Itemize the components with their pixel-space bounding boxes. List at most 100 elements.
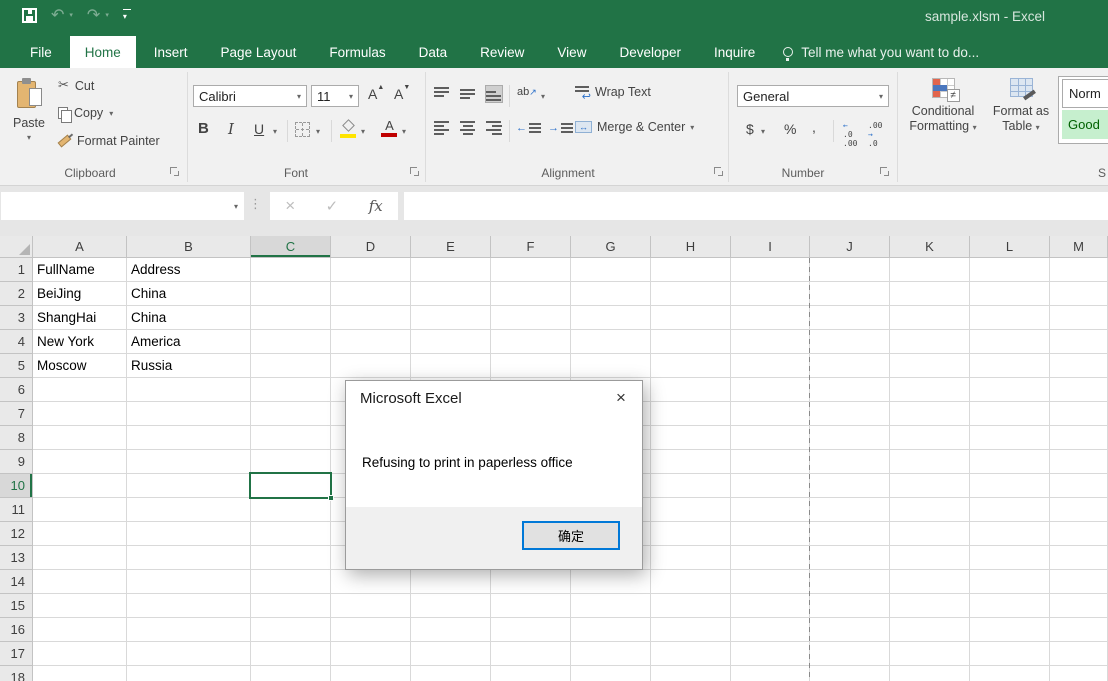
merge-center-button[interactable]: ↔ Merge & Center ▾ [575,120,694,134]
cell-H4[interactable] [651,330,731,354]
cell-E3[interactable] [411,306,491,330]
cell-A7[interactable] [33,402,127,426]
cell-L16[interactable] [970,618,1050,642]
cell-F3[interactable] [491,306,571,330]
cell-H15[interactable] [651,594,731,618]
cell-B14[interactable] [127,570,251,594]
cell-J5[interactable] [810,354,890,378]
increase-indent-icon[interactable]: → [548,122,573,134]
cell-I12[interactable] [731,522,810,546]
style-normal[interactable]: Norm [1062,79,1108,108]
cell-L13[interactable] [970,546,1050,570]
cell-B3[interactable]: China [127,306,251,330]
cell-L2[interactable] [970,282,1050,306]
row-header-5[interactable]: 5 [0,354,33,378]
cell-J9[interactable] [810,450,890,474]
cell-L11[interactable] [970,498,1050,522]
cell-L15[interactable] [970,594,1050,618]
cell-L8[interactable] [970,426,1050,450]
cell-B1[interactable]: Address [127,258,251,282]
format-painter-button[interactable]: Format Painter [58,134,160,148]
column-header-F[interactable]: F [491,236,571,258]
cell-H10[interactable] [651,474,731,498]
column-header-G[interactable]: G [571,236,651,258]
wrap-text-button[interactable]: ↩ Wrap Text [575,85,651,99]
cell-M5[interactable] [1050,354,1108,378]
cell-E18[interactable] [411,666,491,681]
row-header-10[interactable]: 10 [0,474,33,498]
column-header-L[interactable]: L [970,236,1050,258]
cell-L10[interactable] [970,474,1050,498]
cell-H6[interactable] [651,378,731,402]
shrink-font-button[interactable]: A▼ [394,86,410,102]
cell-A18[interactable] [33,666,127,681]
alignment-dialog-launcher-icon[interactable] [714,167,724,177]
row-header-3[interactable]: 3 [0,306,33,330]
cell-C1[interactable] [251,258,331,282]
cell-H14[interactable] [651,570,731,594]
grow-font-button[interactable]: A▲ [368,86,384,102]
cell-B4[interactable]: America [127,330,251,354]
cell-B18[interactable] [127,666,251,681]
column-header-H[interactable]: H [651,236,731,258]
cell-J11[interactable] [810,498,890,522]
save-icon[interactable] [22,8,37,23]
number-format-combo[interactable]: General ▾ [737,85,889,107]
font-size-combo[interactable]: 11 ▾ [311,85,359,107]
cell-M6[interactable] [1050,378,1108,402]
cell-J2[interactable] [810,282,890,306]
tab-view[interactable]: View [542,36,601,68]
orientation-dropdown-icon[interactable]: ▾ [541,92,545,101]
cell-M4[interactable] [1050,330,1108,354]
tab-inquire[interactable]: Inquire [699,36,770,68]
underline-button[interactable]: U [254,121,264,137]
cell-H18[interactable] [651,666,731,681]
font-name-combo[interactable]: Calibri ▾ [193,85,307,107]
cell-L14[interactable] [970,570,1050,594]
cell-B2[interactable]: China [127,282,251,306]
enter-icon[interactable]: ✓ [326,197,339,215]
cell-J13[interactable] [810,546,890,570]
cell-A2[interactable]: BeiJing [33,282,127,306]
cell-D1[interactable] [331,258,411,282]
cell-E4[interactable] [411,330,491,354]
cell-B8[interactable] [127,426,251,450]
formula-bar-grip-icon[interactable]: ⋮ [249,196,262,212]
cell-H13[interactable] [651,546,731,570]
cell-K12[interactable] [890,522,970,546]
cell-F1[interactable] [491,258,571,282]
increase-decimal-icon[interactable]: ←.0 .00 [843,121,857,148]
bold-button[interactable]: B [198,120,209,137]
cell-M1[interactable] [1050,258,1108,282]
formula-input[interactable] [404,192,1108,220]
cell-D18[interactable] [331,666,411,681]
cell-J3[interactable] [810,306,890,330]
cell-K13[interactable] [890,546,970,570]
dialog-ok-button[interactable]: 确定 [522,521,620,550]
cell-K8[interactable] [890,426,970,450]
cell-M10[interactable] [1050,474,1108,498]
cell-L1[interactable] [970,258,1050,282]
column-header-E[interactable]: E [411,236,491,258]
cell-A3[interactable]: ShangHai [33,306,127,330]
cell-D16[interactable] [331,618,411,642]
cell-M7[interactable] [1050,402,1108,426]
cell-B6[interactable] [127,378,251,402]
cell-I10[interactable] [731,474,810,498]
cell-K15[interactable] [890,594,970,618]
top-align-icon[interactable] [434,86,450,102]
select-all-corner[interactable] [0,236,33,258]
borders-dropdown-icon[interactable]: ▾ [316,127,320,136]
cell-B13[interactable] [127,546,251,570]
redo-icon[interactable]: ↷ [87,7,100,23]
cell-L18[interactable] [970,666,1050,681]
cell-H2[interactable] [651,282,731,306]
cell-A17[interactable] [33,642,127,666]
accounting-format-icon[interactable]: $ [746,121,754,137]
cell-C17[interactable] [251,642,331,666]
cell-I8[interactable] [731,426,810,450]
row-header-13[interactable]: 13 [0,546,33,570]
cell-E2[interactable] [411,282,491,306]
undo-dropdown-icon[interactable]: ▾ [69,11,73,19]
column-header-J[interactable]: J [810,236,890,258]
